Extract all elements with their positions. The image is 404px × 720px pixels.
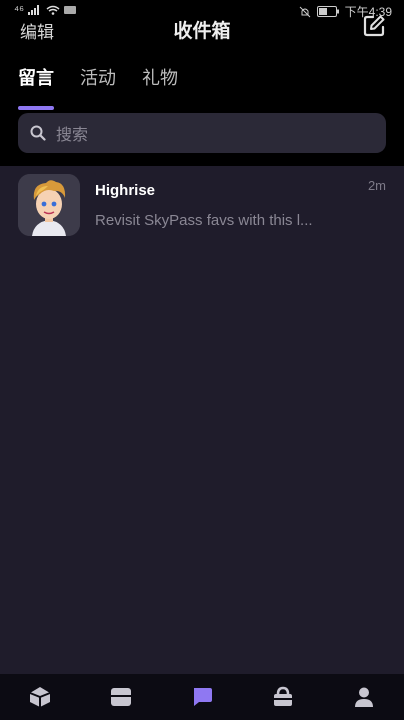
signal-label: ⁴⁶ <box>14 3 25 17</box>
chat-icon <box>193 688 212 706</box>
compose-icon[interactable] <box>362 14 386 38</box>
tab-messages[interactable]: 留言 <box>18 64 54 110</box>
search-placeholder: 搜索 <box>56 127 89 144</box>
notification-icon <box>64 6 77 14</box>
nav-profile[interactable] <box>344 677 384 717</box>
home-icon <box>30 687 51 707</box>
profile-icon <box>354 687 373 707</box>
list-item[interactable]: Highrise Revisit SkyPass favs with this … <box>0 166 404 244</box>
search-icon <box>30 125 46 141</box>
page-title: 收件箱 <box>173 21 231 42</box>
tab-gifts[interactable]: 礼物 <box>142 64 178 100</box>
wifi-icon <box>46 5 60 15</box>
tab-bar: 留言 活动 礼物 <box>18 64 178 110</box>
signal-icon <box>28 5 40 15</box>
message-list: Highrise Revisit SkyPass favs with this … <box>0 166 404 244</box>
nav-feed[interactable] <box>101 677 141 717</box>
avatar <box>18 174 80 236</box>
nav-home[interactable] <box>20 677 60 717</box>
feed-icon <box>111 688 132 706</box>
message-time: 2m <box>367 178 386 193</box>
message-sender: Highrise <box>95 182 156 199</box>
message-preview: Revisit SkyPass favs with this l... <box>95 212 313 229</box>
shop-icon <box>273 686 292 706</box>
search-input[interactable]: 搜索 <box>18 113 386 153</box>
nav-inbox[interactable] <box>182 677 222 717</box>
nav-shop[interactable] <box>263 677 303 717</box>
tab-activity[interactable]: 活动 <box>80 64 116 100</box>
bottom-nav <box>0 674 404 720</box>
header: ⁴⁶ 下午4:39 编辑 收件箱 留言 活动 礼物 搜索 <box>0 0 404 166</box>
